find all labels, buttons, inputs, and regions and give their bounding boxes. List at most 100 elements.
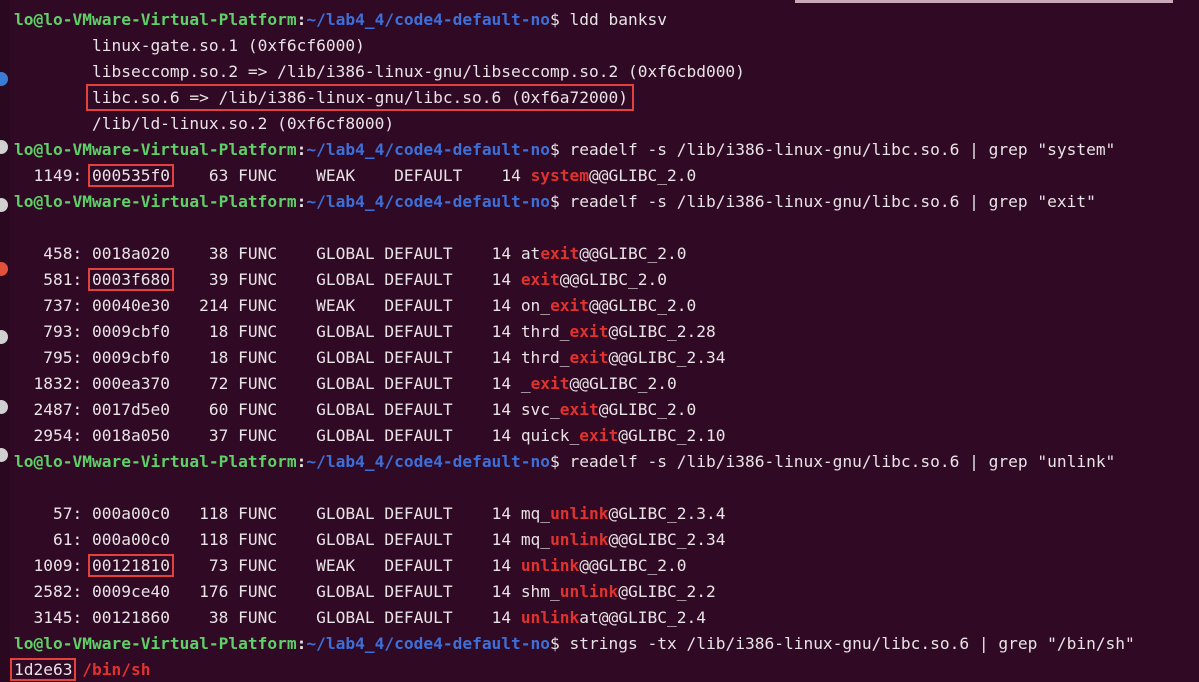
symbol-vis: DEFAULT bbox=[374, 556, 482, 575]
symbol-bind: GLOBAL bbox=[316, 348, 375, 367]
dock-app-icon[interactable] bbox=[0, 400, 8, 414]
symbol-address: 0018a020 bbox=[91, 244, 170, 263]
symbol-name-suffix: @@GLIBC_2.34 bbox=[608, 348, 726, 367]
string-row: 1d2e63 /bin/sh bbox=[9, 657, 1199, 682]
prompt-user: lo@lo-VMware-Virtual-Platform bbox=[14, 140, 297, 159]
dock-app-icon[interactable] bbox=[0, 140, 8, 154]
symbol-type: FUNC bbox=[228, 296, 317, 315]
symbol-address: 000535f0 bbox=[87, 164, 174, 187]
terminal-output[interactable]: lo@lo-VMware-Virtual-Platform:~/lab4_4/c… bbox=[9, 7, 1199, 682]
symbol-ndx: 14 bbox=[481, 244, 521, 263]
prompt-separator: : bbox=[296, 10, 307, 29]
prompt-line: lo@lo-VMware-Virtual-Platform:~/lab4_4/c… bbox=[14, 7, 1199, 33]
symbol-address: 00121810 bbox=[87, 554, 174, 577]
symbol-ndx: 14 bbox=[481, 530, 521, 549]
symbol-row: 3145: 00121860 38 FUNC GLOBAL DEFAULT 14… bbox=[14, 605, 1199, 631]
symbol-name-match: exit bbox=[569, 322, 609, 341]
symbol-ndx: 14 bbox=[491, 166, 531, 185]
prompt-symbol: $ bbox=[550, 634, 570, 653]
symbol-address: 0017d5e0 bbox=[91, 400, 170, 419]
symbol-vis: DEFAULT bbox=[374, 504, 482, 523]
symbol-row: 737: 00040e30 214 FUNC WEAK DEFAULT 14 o… bbox=[14, 293, 1199, 319]
symbol-bind: GLOBAL bbox=[316, 270, 375, 289]
prompt-separator: : bbox=[296, 452, 307, 471]
symbol-address: 0009ce40 bbox=[91, 582, 170, 601]
symbol-name-match: unlink bbox=[550, 530, 609, 549]
prompt-user: lo@lo-VMware-Virtual-Platform bbox=[14, 634, 297, 653]
symbol-name-suffix: @GLIBC_2.0 bbox=[598, 400, 697, 419]
symbol-num: 61: bbox=[14, 530, 92, 549]
symbol-name-suffix: @@GLIBC_2.0 bbox=[579, 556, 687, 575]
symbol-vis: DEFAULT bbox=[374, 530, 482, 549]
symbol-name-match: unlink bbox=[520, 608, 580, 627]
symbol-name-suffix: @@GLIBC_2.0 bbox=[579, 244, 687, 263]
symbol-name-match: exit bbox=[520, 270, 560, 289]
symbol-name-match: exit bbox=[530, 374, 570, 393]
symbol-bind: GLOBAL bbox=[316, 374, 375, 393]
dock-app-icon[interactable] bbox=[0, 448, 8, 462]
symbol-name-match: unlink bbox=[550, 504, 609, 523]
symbol-ndx: 14 bbox=[481, 426, 521, 445]
symbol-name-suffix: @@GLIBC_2.0 bbox=[569, 374, 677, 393]
dock-rail bbox=[0, 0, 10, 682]
output-text: /lib/ld-linux.so.2 (0xf6cf8000) bbox=[14, 114, 395, 133]
symbol-type: FUNC bbox=[228, 270, 317, 289]
symbol-bind: WEAK bbox=[316, 556, 375, 575]
dock-app-icon[interactable] bbox=[0, 72, 8, 86]
command-text: strings -tx /lib/i386-linux-gnu/libc.so.… bbox=[569, 634, 1135, 653]
symbol-size: 37 bbox=[169, 426, 229, 445]
symbol-bind: GLOBAL bbox=[316, 504, 375, 523]
symbol-name-prefix: on_ bbox=[520, 296, 551, 315]
output-text: libseccomp.so.2 => /lib/i386-linux-gnu/l… bbox=[14, 62, 745, 81]
symbol-row: 57: 000a00c0 118 FUNC GLOBAL DEFAULT 14 … bbox=[14, 501, 1199, 527]
symbol-num: 57: bbox=[14, 504, 92, 523]
symbol-address: 0018a050 bbox=[91, 426, 170, 445]
symbol-type: FUNC bbox=[228, 348, 317, 367]
symbol-vis: DEFAULT bbox=[374, 582, 482, 601]
symbol-num: 1149: bbox=[14, 166, 92, 185]
symbol-size: 118 bbox=[169, 530, 229, 549]
symbol-bind: GLOBAL bbox=[316, 608, 375, 627]
symbol-name-prefix: at bbox=[520, 244, 541, 263]
symbol-name-match: exit bbox=[559, 400, 599, 419]
symbol-type: FUNC bbox=[228, 582, 317, 601]
symbol-name-suffix: @GLIBC_2.2 bbox=[618, 582, 716, 601]
prompt-user: lo@lo-VMware-Virtual-Platform bbox=[14, 192, 297, 211]
symbol-name-suffix: @@GLIBC_2.34 bbox=[608, 530, 726, 549]
symbol-row: 1149: 000535f0 63 FUNC WEAK DEFAULT 14 s… bbox=[14, 163, 1199, 189]
symbol-vis: DEFAULT bbox=[374, 608, 482, 627]
symbol-row: 458: 0018a020 38 FUNC GLOBAL DEFAULT 14 … bbox=[14, 241, 1199, 267]
symbol-type: FUNC bbox=[228, 530, 317, 549]
symbol-name-suffix: @GLIBC_2.3.4 bbox=[608, 504, 726, 523]
prompt-path: ~/lab4_4/code4-default-no bbox=[306, 192, 551, 211]
symbol-bind: GLOBAL bbox=[316, 582, 375, 601]
command-text: ldd banksv bbox=[569, 10, 668, 29]
command-text: readelf -s /lib/i386-linux-gnu/libc.so.6… bbox=[569, 192, 1096, 211]
symbol-num: 2954: bbox=[14, 426, 92, 445]
symbol-bind: GLOBAL bbox=[316, 530, 375, 549]
symbol-num: 458: bbox=[14, 244, 92, 263]
symbol-address: 00121860 bbox=[91, 608, 170, 627]
symbol-ndx: 14 bbox=[481, 296, 521, 315]
symbol-bind: GLOBAL bbox=[316, 322, 375, 341]
symbol-name-prefix: quick_ bbox=[520, 426, 580, 445]
symbol-bind: WEAK bbox=[316, 166, 385, 185]
symbol-name-prefix: _ bbox=[520, 374, 531, 393]
symbol-name-match: exit bbox=[569, 348, 609, 367]
prompt-separator: : bbox=[296, 634, 307, 653]
output-indent bbox=[14, 88, 92, 107]
symbol-type: FUNC bbox=[228, 244, 317, 263]
dock-app-icon[interactable] bbox=[0, 330, 8, 344]
prompt-separator: : bbox=[296, 192, 307, 211]
prompt-line: lo@lo-VMware-Virtual-Platform:~/lab4_4/c… bbox=[14, 631, 1199, 657]
symbol-vis: DEFAULT bbox=[374, 244, 482, 263]
symbol-name-suffix: @@GLIBC_2.0 bbox=[589, 166, 697, 185]
dock-app-icon[interactable] bbox=[0, 262, 8, 276]
prompt-symbol: $ bbox=[550, 192, 570, 211]
symbol-name-match: unlink bbox=[559, 582, 619, 601]
dock-app-icon[interactable] bbox=[0, 198, 8, 212]
symbol-size: 60 bbox=[169, 400, 229, 419]
symbol-num: 795: bbox=[14, 348, 92, 367]
